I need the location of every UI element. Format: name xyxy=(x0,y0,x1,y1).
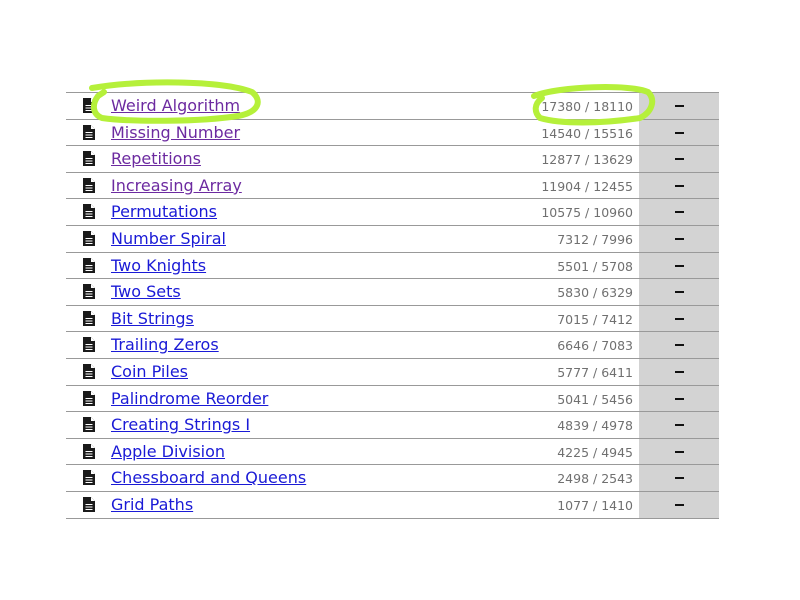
document-icon xyxy=(83,177,95,193)
task-stats: 5777 / 6411 xyxy=(557,364,633,380)
task-status-cell xyxy=(639,199,719,225)
task-row: Permutations 10575 / 10960 xyxy=(66,199,719,226)
task-link[interactable]: Grid Paths xyxy=(111,495,193,515)
task-stats: 4839 / 4978 xyxy=(557,418,633,434)
task-stats: 5501 / 5708 xyxy=(557,258,633,274)
task-row: Two Sets 5830 / 6329 xyxy=(66,279,719,306)
task-status-cell xyxy=(639,332,719,358)
task-row: Apple Division 4225 / 4945 xyxy=(66,438,719,466)
task-status-cell xyxy=(639,172,719,199)
task-status-cell xyxy=(639,279,719,305)
document-icon xyxy=(83,98,95,113)
status-dash-icon xyxy=(675,211,684,214)
document-icon xyxy=(83,124,95,140)
task-row: Increasing Array 11904 / 12455 xyxy=(66,172,719,200)
status-dash-icon xyxy=(675,503,684,506)
task-status-cell xyxy=(639,305,719,332)
task-stats: 2498 / 2543 xyxy=(557,471,633,487)
status-dash-icon xyxy=(675,344,684,347)
task-row: Palindrome Reorder 5041 / 5456 xyxy=(66,385,719,413)
task-link[interactable]: Trailing Zeros xyxy=(111,335,219,355)
task-link[interactable]: Number Spiral xyxy=(111,229,226,249)
task-row: Grid Paths 1077 / 1410 xyxy=(66,491,719,519)
task-row: Trailing Zeros 6646 / 7083 xyxy=(66,332,719,359)
task-list: Weird Algorithm 17380 / 18110 Missing Numb… xyxy=(66,92,719,519)
task-link[interactable]: Increasing Array xyxy=(111,176,242,196)
document-icon xyxy=(83,390,95,406)
task-stats: 7015 / 7412 xyxy=(557,311,633,327)
task-link[interactable]: Two Sets xyxy=(111,282,181,302)
task-stats: 1077 / 1410 xyxy=(557,497,633,513)
status-dash-icon xyxy=(675,131,684,134)
task-row: Number Spiral 7312 / 7996 xyxy=(66,225,719,253)
page: Weird Algorithm 17380 / 18110 Missing Numb… xyxy=(0,0,800,600)
task-status-cell xyxy=(639,438,719,465)
task-row: Bit Strings 7015 / 7412 xyxy=(66,305,719,333)
task-status-cell xyxy=(639,252,719,279)
task-row: Repetitions 12877 / 13629 xyxy=(66,146,719,173)
task-row: Missing Number 14540 / 15516 xyxy=(66,119,719,147)
task-status-cell xyxy=(639,465,719,491)
document-icon xyxy=(83,337,95,353)
status-dash-icon xyxy=(675,397,684,400)
task-status-cell xyxy=(639,119,719,146)
status-dash-icon xyxy=(675,264,684,267)
task-stats: 4225 / 4945 xyxy=(557,444,633,460)
status-dash-icon xyxy=(675,105,684,107)
document-icon xyxy=(83,417,95,433)
status-dash-icon xyxy=(675,370,684,373)
task-link[interactable]: Weird Algorithm xyxy=(111,96,240,116)
task-row: Chessboard and Queens 2498 / 2543 xyxy=(66,465,719,492)
task-stats: 14540 / 15516 xyxy=(541,125,633,141)
document-icon xyxy=(83,151,95,167)
task-link[interactable]: Palindrome Reorder xyxy=(111,389,268,409)
document-icon xyxy=(83,470,95,486)
status-dash-icon xyxy=(675,184,684,187)
status-dash-icon xyxy=(675,424,684,427)
task-stats: 5830 / 6329 xyxy=(557,285,633,301)
task-link[interactable]: Creating Strings I xyxy=(111,415,250,435)
task-status-cell xyxy=(639,385,719,412)
task-link[interactable]: Missing Number xyxy=(111,123,240,143)
task-link[interactable]: Apple Division xyxy=(111,442,225,462)
task-stats: 10575 / 10960 xyxy=(541,205,633,221)
document-icon xyxy=(83,204,95,220)
document-icon xyxy=(83,310,95,326)
task-status-cell xyxy=(639,358,719,385)
document-icon xyxy=(83,496,95,512)
status-dash-icon xyxy=(675,158,684,161)
document-icon xyxy=(83,230,95,246)
task-stats: 11904 / 12455 xyxy=(541,178,633,194)
task-row: Two Knights 5501 / 5708 xyxy=(66,252,719,280)
task-stats: 7312 / 7996 xyxy=(557,231,633,247)
status-dash-icon xyxy=(675,477,684,480)
task-status-cell xyxy=(639,93,719,119)
task-row: Weird Algorithm 17380 / 18110 xyxy=(66,93,719,120)
task-stats: 17380 / 18110 xyxy=(541,99,633,114)
task-status-cell xyxy=(639,491,719,518)
document-icon xyxy=(83,443,95,459)
document-icon xyxy=(83,257,95,273)
task-status-cell xyxy=(639,146,719,172)
task-link[interactable]: Bit Strings xyxy=(111,309,194,329)
task-status-cell xyxy=(639,412,719,438)
task-status-cell xyxy=(639,225,719,252)
status-dash-icon xyxy=(675,317,684,320)
task-link[interactable]: Chessboard and Queens xyxy=(111,468,306,488)
task-link[interactable]: Permutations xyxy=(111,202,217,222)
task-link[interactable]: Two Knights xyxy=(111,256,206,276)
task-row: Creating Strings I 4839 / 4978 xyxy=(66,412,719,439)
task-link[interactable]: Coin Piles xyxy=(111,362,188,382)
task-stats: 12877 / 13629 xyxy=(541,152,633,168)
status-dash-icon xyxy=(675,450,684,453)
task-row: Coin Piles 5777 / 6411 xyxy=(66,358,719,386)
document-icon xyxy=(83,363,95,379)
status-dash-icon xyxy=(675,291,684,294)
status-dash-icon xyxy=(675,237,684,240)
document-icon xyxy=(83,284,95,300)
task-stats: 5041 / 5456 xyxy=(557,391,633,407)
task-link[interactable]: Repetitions xyxy=(111,149,201,169)
task-stats: 6646 / 7083 xyxy=(557,338,633,354)
